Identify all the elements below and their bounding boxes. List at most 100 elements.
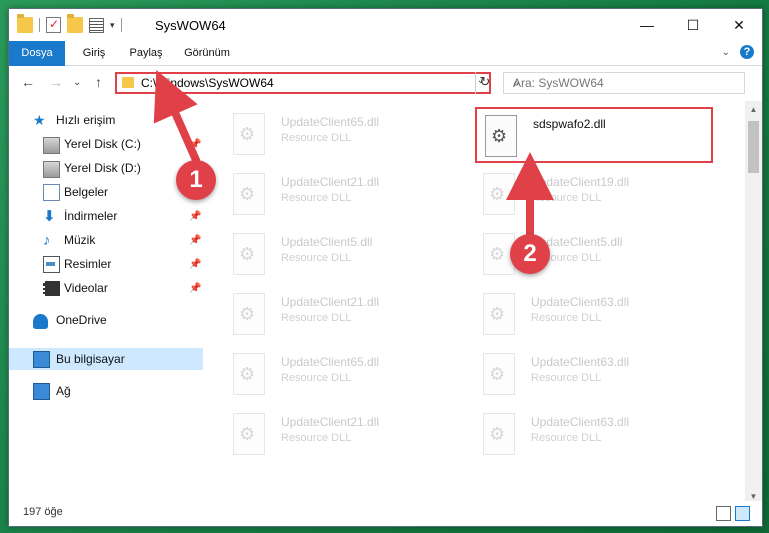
file-item-highlighted[interactable]: sdspwafo2.dll [475,107,713,163]
customize-toolbar-icon[interactable]: ▾ [110,20,115,31]
drive-icon [43,137,60,154]
sidebar-item-pictures[interactable]: Resimler 📌 [9,253,203,275]
details-view-icon[interactable] [716,506,731,521]
maximize-button[interactable]: ☐ [670,9,716,41]
sidebar-item-label: Hızlı erişim [56,113,116,127]
tab-share[interactable]: Paylaş [121,41,171,65]
file-item[interactable]: UpdateClient63.dll Resource DLL [475,347,713,403]
dll-file-icon [483,293,515,335]
sidebar-item-network[interactable]: Ağ [9,380,203,402]
file-item[interactable]: UpdateClient63.dll Resource DLL [475,407,713,463]
minimize-button[interactable]: — [624,9,670,41]
sidebar-item-label: Resimler [64,257,112,271]
cloud-icon [33,314,48,329]
folder-icon [122,77,134,88]
file-description: Resource DLL [281,252,352,264]
star-icon: ★ [33,111,46,128]
dll-file-icon [483,353,515,395]
forward-button[interactable]: → [49,74,63,90]
file-name: UpdateClient63.dll [531,355,630,369]
close-button[interactable]: ✕ [716,9,762,41]
file-description: Resource DLL [531,432,602,444]
dll-file-icon [233,293,265,335]
sidebar-item-label: Videolar [64,281,108,295]
sidebar-item-documents[interactable]: Belgeler [9,181,203,203]
sidebar-item-label: Belgeler [64,185,109,199]
file-item[interactable]: UpdateClient63.dll Resource DLL [475,287,713,343]
scrollbar-thumb[interactable] [748,121,759,173]
file-item[interactable]: UpdateClient19.dll Resource DLL [475,167,713,223]
scroll-up-icon[interactable]: ▲ [745,101,762,118]
sidebar-item-label: OneDrive [56,313,107,327]
properties-icon[interactable] [46,17,61,33]
sidebar-item-this-pc[interactable]: Bu bilgisayar [9,348,203,370]
file-description: Resource DLL [531,372,602,384]
search-input[interactable]: Ara: SysWOW64 ⌕ [503,72,745,94]
file-name: UpdateClient5.dll [281,235,373,249]
pin-icon[interactable]: 📌 [189,283,201,294]
pin-icon[interactable]: 📌 [189,211,201,222]
sidebar-item-downloads[interactable]: ⬇ İndirmeler 📌 [9,205,203,227]
sidebar-item-local-disk-c[interactable]: Yerel Disk (C:) 📌 [9,133,203,155]
ribbon-tabs: Dosya Giriş Paylaş Görünüm ⌄ ? [9,41,762,97]
file-item[interactable]: UpdateClient21.dll Resource DLL [225,287,463,343]
file-name: UpdateClient21.dll [281,295,380,309]
sidebar-item-label: Bu bilgisayar [56,352,125,366]
sidebar-item-onedrive[interactable]: OneDrive [9,309,203,331]
window-controls: — ☐ ✕ [624,9,762,41]
tab-home[interactable]: Giriş [69,41,119,65]
title-bar: ▾ SysWOW64 — ☐ ✕ [9,9,762,41]
navigation-bar: ← → ⌄ ↑ C:\Windows\SysWOW64 ⌄ ↻ Ara: Sys… [9,66,762,98]
new-folder-icon[interactable] [67,14,83,33]
address-bar[interactable]: C:\Windows\SysWOW64 ⌄ [115,72,491,94]
file-description: Resource DLL [281,192,352,204]
sidebar-item-label: İndirmeler [64,209,118,223]
file-name: sdspwafo2.dll [533,117,606,131]
quick-access-toolbar: ▾ [17,14,122,34]
vertical-scrollbar[interactable]: ▲ ▼ [745,101,762,505]
folder-icon [17,14,33,33]
music-icon: ♪ [43,231,51,249]
file-item[interactable]: UpdateClient21.dll Resource DLL [225,407,463,463]
refresh-button[interactable]: ↻ [475,72,494,94]
sidebar-item-label: Ağ [56,384,71,398]
recent-locations-button[interactable]: ⌄ [73,77,81,88]
drive-icon [43,161,60,178]
pin-icon[interactable]: 📌 [189,259,201,270]
tiles-view-icon[interactable] [735,506,750,521]
file-item[interactable]: UpdateClient5.dll Resource DLL [225,227,463,283]
window-title: SysWOW64 [155,18,226,33]
sidebar-item-label: Müzik [64,233,96,247]
file-name: UpdateClient21.dll [281,415,380,429]
file-item[interactable]: UpdateClient65.dll Resource DLL [225,107,463,163]
sidebar-item-local-disk-d[interactable]: Yerel Disk (D:) [9,157,203,179]
sidebar-item-videos[interactable]: Videolar 📌 [9,277,203,299]
file-description: Resource DLL [281,132,352,144]
dll-file-icon [485,115,517,157]
file-name: UpdateClient65.dll [281,115,380,129]
network-icon [33,382,50,400]
help-icon[interactable]: ? [740,45,754,59]
tab-view[interactable]: Görünüm [175,41,239,65]
pictures-icon [43,255,60,273]
back-button[interactable]: ← [21,74,35,90]
step-2-badge: 2 [510,234,550,274]
downloads-icon: ⬇ [43,207,56,225]
item-count: 197 öğe [23,506,63,518]
dll-file-icon [483,173,515,215]
file-item[interactable]: UpdateClient21.dll Resource DLL [225,167,463,223]
file-description: Resource DLL [281,312,352,324]
step-1-badge: 1 [176,160,216,200]
up-button[interactable]: ↑ [95,74,102,90]
sidebar-item-quick-access[interactable]: ★ Hızlı erişim [9,109,203,131]
dll-file-icon [233,173,265,215]
file-name: UpdateClient63.dll [531,415,630,429]
file-name: UpdateClient19.dll [531,175,630,189]
pin-icon[interactable]: 📌 [189,139,201,150]
file-list: UpdateClient65.dll Resource DLL UpdateCl… [209,101,741,491]
expand-ribbon-icon[interactable]: ⌄ [722,47,730,58]
view-icon[interactable] [89,17,104,33]
pin-icon[interactable]: 📌 [189,235,201,246]
file-item[interactable]: UpdateClient65.dll Resource DLL [225,347,463,403]
sidebar-item-music[interactable]: ♪ Müzik 📌 [9,229,203,251]
